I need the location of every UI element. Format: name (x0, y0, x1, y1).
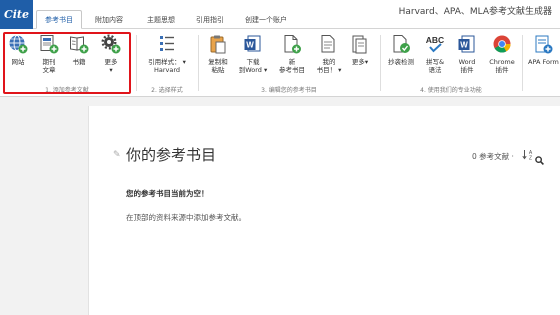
sort-icon[interactable]: A Z (522, 149, 534, 162)
word-plugin-button[interactable]: W Word 插件 (453, 33, 481, 74)
app-title: Harvard、APA、MLA参考文献生成器 (398, 7, 552, 17)
my-bibliography-label: 我的 书目！ ▾ (316, 58, 342, 74)
group-edit-label: 3. 编辑您的参考书目 (261, 87, 317, 94)
bibliography-title[interactable]: 你的参考书目 (126, 144, 216, 165)
abc-check-icon: ABC (424, 33, 446, 55)
more-edit-button[interactable]: 更多▾ (345, 33, 375, 66)
my-bibliography-icon (318, 33, 340, 55)
plagiarism-check-label: 抄袭检测 (388, 58, 414, 66)
apa-format-icon (532, 33, 554, 55)
empty-hint: 在顶部的资料来源中添加参考文献。 (126, 213, 246, 222)
word-plugin-icon: W (456, 33, 478, 55)
empty-message: 您的参考书目当前为空！ (126, 189, 209, 198)
highlight-box (3, 32, 131, 94)
more-icon (349, 33, 371, 55)
citation-style-label: 引用样式： ▾ Harvard (148, 58, 186, 74)
spelling-grammar-button[interactable]: ABC 拼写& 语法 (421, 33, 449, 74)
tab-citation-guide[interactable]: 引用指引 (188, 10, 232, 29)
group-edit-bibliography: 复制和 粘贴 W 下载 到Word ▾ 新 参考书目 我的 书目！ ▾ 更多▾ … (199, 29, 379, 97)
search-icon[interactable] (535, 150, 544, 169)
spelling-grammar-label: 拼写& 语法 (425, 58, 445, 74)
chrome-plugin-button[interactable]: Chrome 插件 (485, 33, 519, 74)
svg-text:W: W (460, 41, 468, 50)
my-bibliography-button[interactable]: 我的 书目！ ▾ (313, 33, 345, 74)
more-edit-label: 更多▾ (351, 58, 369, 66)
pencil-icon[interactable]: ✎ (113, 150, 121, 160)
new-bibliography-label: 新 参考书目 (279, 58, 305, 74)
group-tools-label: 4. 使用我们的专业功能 (420, 87, 482, 94)
new-bibliography-icon (281, 33, 303, 55)
group-pro-tools: 抄袭检测 ABC 拼写& 语法 W Word 插件 Chrome 插件 4. 使… (381, 29, 521, 97)
tab-bibliography[interactable]: 参考书目 (36, 10, 82, 29)
group-add-references: 网站 期刊 文章 书籍 更多 ▾ 1. 添加参考文献 (0, 29, 134, 97)
download-word-button[interactable]: W 下载 到Word ▾ (235, 33, 271, 74)
copy-paste-button[interactable]: 复制和 粘贴 (203, 33, 233, 74)
apa-format-label: APA Form (528, 58, 559, 66)
tab-themes[interactable]: 主题思想 (140, 10, 182, 29)
citation-style-button[interactable]: 引用样式： ▾ Harvard (139, 33, 195, 74)
svg-text:Z: Z (529, 156, 532, 161)
svg-text:W: W (246, 41, 254, 50)
new-bibliography-button[interactable]: 新 参考书目 (273, 33, 311, 74)
tab-addons[interactable]: 附加内容 (88, 10, 130, 29)
copy-paste-label: 复制和 粘贴 (208, 58, 228, 74)
reference-count: 0 参考文献 · (472, 152, 514, 161)
plagiarism-check-button[interactable]: 抄袭检测 (383, 33, 419, 66)
style-list-icon (156, 33, 178, 55)
group-citation-style: 引用样式： ▾ Harvard 2. 选择样式 (137, 29, 197, 97)
bibliography-panel: ✎ 你的参考书目 0 参考文献 · A Z 您的参考书目当前为空！ 在顶部的资料… (88, 106, 560, 315)
apa-format-button[interactable]: APA Form (524, 33, 560, 66)
clipboard-icon (207, 33, 229, 55)
download-word-label: 下载 到Word ▾ (238, 58, 268, 74)
svg-text:ABC: ABC (426, 35, 444, 45)
word-plugin-label: Word 插件 (458, 58, 476, 74)
app-logo: Cite (0, 0, 33, 29)
divider (522, 35, 523, 91)
chrome-plugin-label: Chrome 插件 (489, 58, 515, 74)
plagiarism-check-icon (390, 33, 412, 55)
chrome-icon (491, 33, 513, 55)
word-download-icon: W (242, 33, 264, 55)
title-bar: Cite 参考书目 附加内容 主题思想 引用指引 创建一个账户 Harvard、… (0, 0, 560, 29)
group-style-label: 2. 选择样式 (151, 87, 183, 94)
ribbon: 网站 期刊 文章 书籍 更多 ▾ 1. 添加参考文献 引用样式： ▾ Harva… (0, 29, 560, 97)
tab-create-account[interactable]: 创建一个账户 (238, 10, 294, 29)
